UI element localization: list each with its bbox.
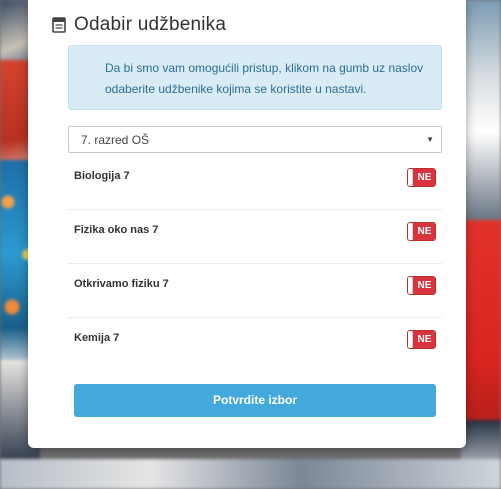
panel-header: Odabir udžbenika	[52, 14, 226, 36]
list-item: Kemija 7 NE	[68, 318, 442, 372]
book-toggle[interactable]: NE	[407, 168, 436, 187]
info-alert: Da bi smo vam omogućili pristup, klikom …	[68, 45, 442, 110]
list-item: Biologija 7 NE	[68, 156, 442, 210]
book-title: Kemija 7	[74, 332, 120, 344]
list-item: Otkrivamo fiziku 7 NE	[68, 264, 442, 318]
confirm-selection-button[interactable]: Potvrdite izbor	[74, 384, 436, 417]
grade-select-value: 7. razred OŠ	[81, 133, 150, 147]
toggle-state: NE	[413, 331, 435, 348]
toggle-state: NE	[413, 169, 435, 186]
book-icon	[52, 17, 66, 33]
textbook-selection-panel: Odabir udžbenika Da bi smo vam omogućili…	[28, 0, 466, 448]
list-item: Fizika oko nas 7 NE	[68, 210, 442, 264]
book-toggle[interactable]: NE	[407, 222, 436, 241]
book-title: Fizika oko nas 7	[74, 224, 159, 236]
book-toggle[interactable]: NE	[407, 330, 436, 349]
toggle-state: NE	[413, 277, 435, 294]
book-title: Biologija 7	[74, 170, 130, 182]
book-toggle[interactable]: NE	[407, 276, 436, 295]
toggle-state: NE	[413, 223, 435, 240]
grade-select[interactable]: 7. razred OŠ ▼	[68, 126, 442, 153]
book-title: Otkrivamo fiziku 7	[74, 278, 169, 290]
page-title: Odabir udžbenika	[74, 14, 227, 35]
info-text: Da bi smo vam omogućili pristup, klikom …	[105, 61, 424, 96]
caret-down-icon: ▼	[426, 135, 434, 144]
book-list: Biologija 7 NE Fizika oko nas 7 NE Otkri…	[68, 156, 442, 372]
